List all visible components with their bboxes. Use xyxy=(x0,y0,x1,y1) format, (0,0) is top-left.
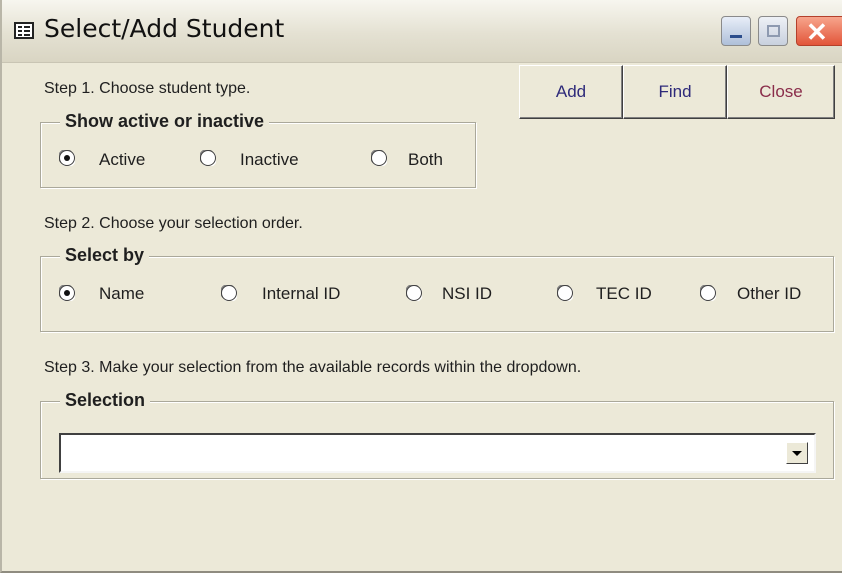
minimize-icon xyxy=(730,35,742,38)
radio-other-id-label: Other ID xyxy=(737,284,802,303)
maximize-button[interactable] xyxy=(758,16,788,46)
add-button[interactable]: Add xyxy=(519,65,623,119)
active-status-group-label: Show active or inactive xyxy=(60,111,270,132)
title-bar[interactable]: Select/Add Student ✕ xyxy=(2,0,842,63)
find-button-label: Find xyxy=(658,82,692,101)
chevron-down-icon xyxy=(792,451,802,456)
radio-other-id[interactable] xyxy=(700,285,716,301)
find-button[interactable]: Find xyxy=(623,65,727,119)
minimize-button[interactable] xyxy=(721,16,751,46)
radio-internal-id-label: Internal ID xyxy=(262,284,341,303)
step1-instruction: Step 1. Choose student type. xyxy=(44,80,251,97)
radio-nsi-id[interactable] xyxy=(406,285,422,301)
radio-active-label: Active xyxy=(99,150,146,169)
radio-inactive-label: Inactive xyxy=(240,150,299,169)
radio-name-label: Name xyxy=(99,284,145,303)
selection-group-label: Selection xyxy=(60,390,151,411)
radio-tec-id[interactable] xyxy=(557,285,573,301)
close-button-label: Close xyxy=(759,82,803,101)
step3-instruction: Step 3. Make your selection from the ava… xyxy=(44,359,582,376)
select-by-group-label: Select by xyxy=(60,245,150,266)
dropdown-arrow-button[interactable] xyxy=(786,442,808,464)
radio-tec-id-label: TEC ID xyxy=(596,284,652,303)
radio-both[interactable] xyxy=(371,150,387,166)
radio-nsi-id-label: NSI ID xyxy=(442,284,493,303)
radio-active[interactable] xyxy=(59,150,75,166)
window-title: Select/Add Student xyxy=(44,14,285,43)
radio-internal-id[interactable] xyxy=(221,285,237,301)
form-icon[interactable] xyxy=(14,22,34,39)
close-icon: ✕ xyxy=(806,17,828,47)
radio-both-label: Both xyxy=(408,150,443,169)
radio-inactive[interactable] xyxy=(200,150,216,166)
select-add-student-window: Select/Add Student ✕ Add Find Close Step… xyxy=(0,0,842,573)
close-button[interactable]: Close xyxy=(727,65,835,119)
maximize-icon xyxy=(767,25,780,37)
step2-instruction: Step 2. Choose your selection order. xyxy=(44,215,303,232)
student-selection-dropdown[interactable] xyxy=(59,433,816,473)
radio-name[interactable] xyxy=(59,285,75,301)
add-button-label: Add xyxy=(555,82,587,101)
close-window-button[interactable]: ✕ xyxy=(796,16,842,46)
